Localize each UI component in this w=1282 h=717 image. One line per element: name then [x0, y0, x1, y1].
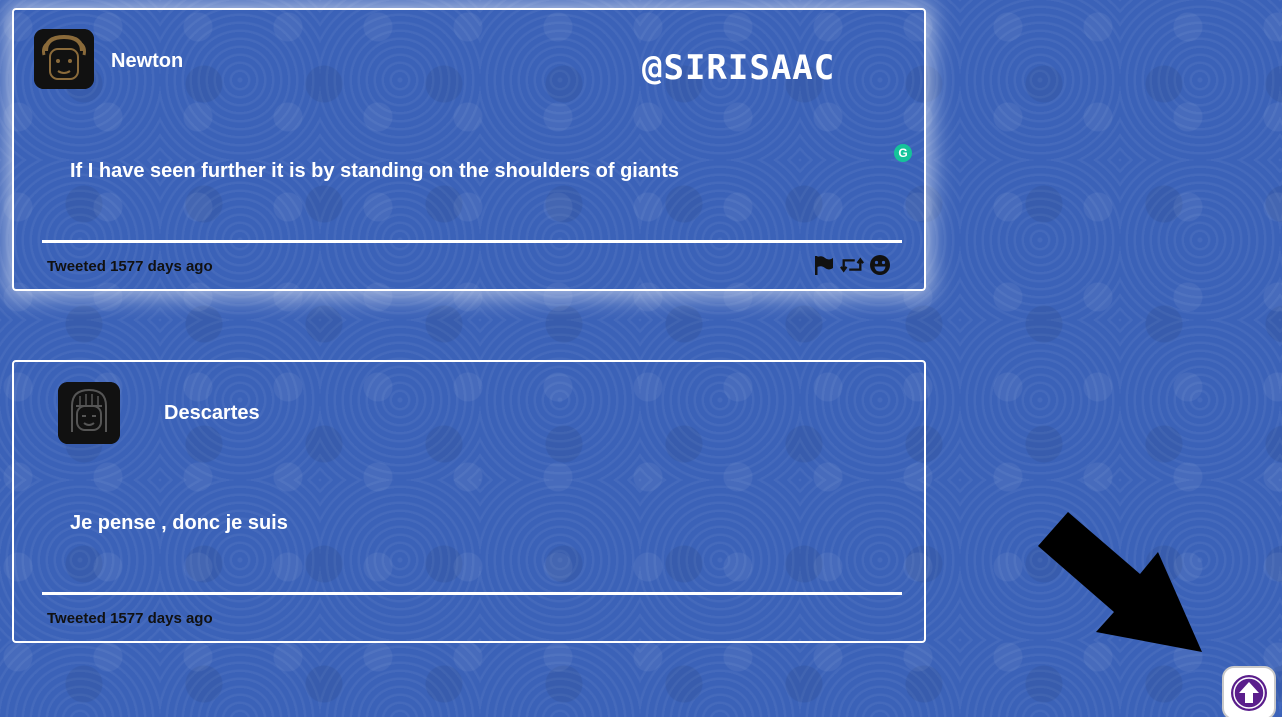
divider [42, 592, 902, 595]
emoji-icon[interactable] [868, 253, 892, 277]
arrow-up-circle-icon [1231, 675, 1267, 711]
descartes-avatar-icon [58, 382, 120, 444]
tweet-text: Je pense , donc je suis [70, 512, 288, 534]
tweet-handle: @SIRISAAC [642, 48, 836, 88]
grammar-badge-icon[interactable]: G [894, 144, 912, 162]
avatar [34, 29, 94, 89]
newton-avatar-icon [34, 29, 94, 89]
tweet-author: Descartes [164, 402, 260, 424]
scroll-to-top-button[interactable] [1222, 666, 1276, 717]
tweet-timestamp: Tweeted 1577 days ago [47, 610, 213, 627]
tweet-text: If I have seen further it is by standing… [70, 160, 679, 182]
arrow-down-right-icon [1030, 508, 1210, 663]
tweet-author: Newton [111, 50, 184, 72]
tweet-actions [812, 253, 892, 277]
tweet-timestamp: Tweeted 1577 days ago [47, 258, 213, 275]
tweet-card: Newton @SIRISAAC G If I have seen furthe… [12, 8, 926, 291]
divider [42, 240, 902, 243]
flag-icon[interactable] [812, 253, 836, 277]
avatar [58, 382, 120, 444]
tweet-card: Descartes Je pense , donc je suis Tweete… [12, 360, 926, 643]
retweet-icon[interactable] [840, 253, 864, 277]
